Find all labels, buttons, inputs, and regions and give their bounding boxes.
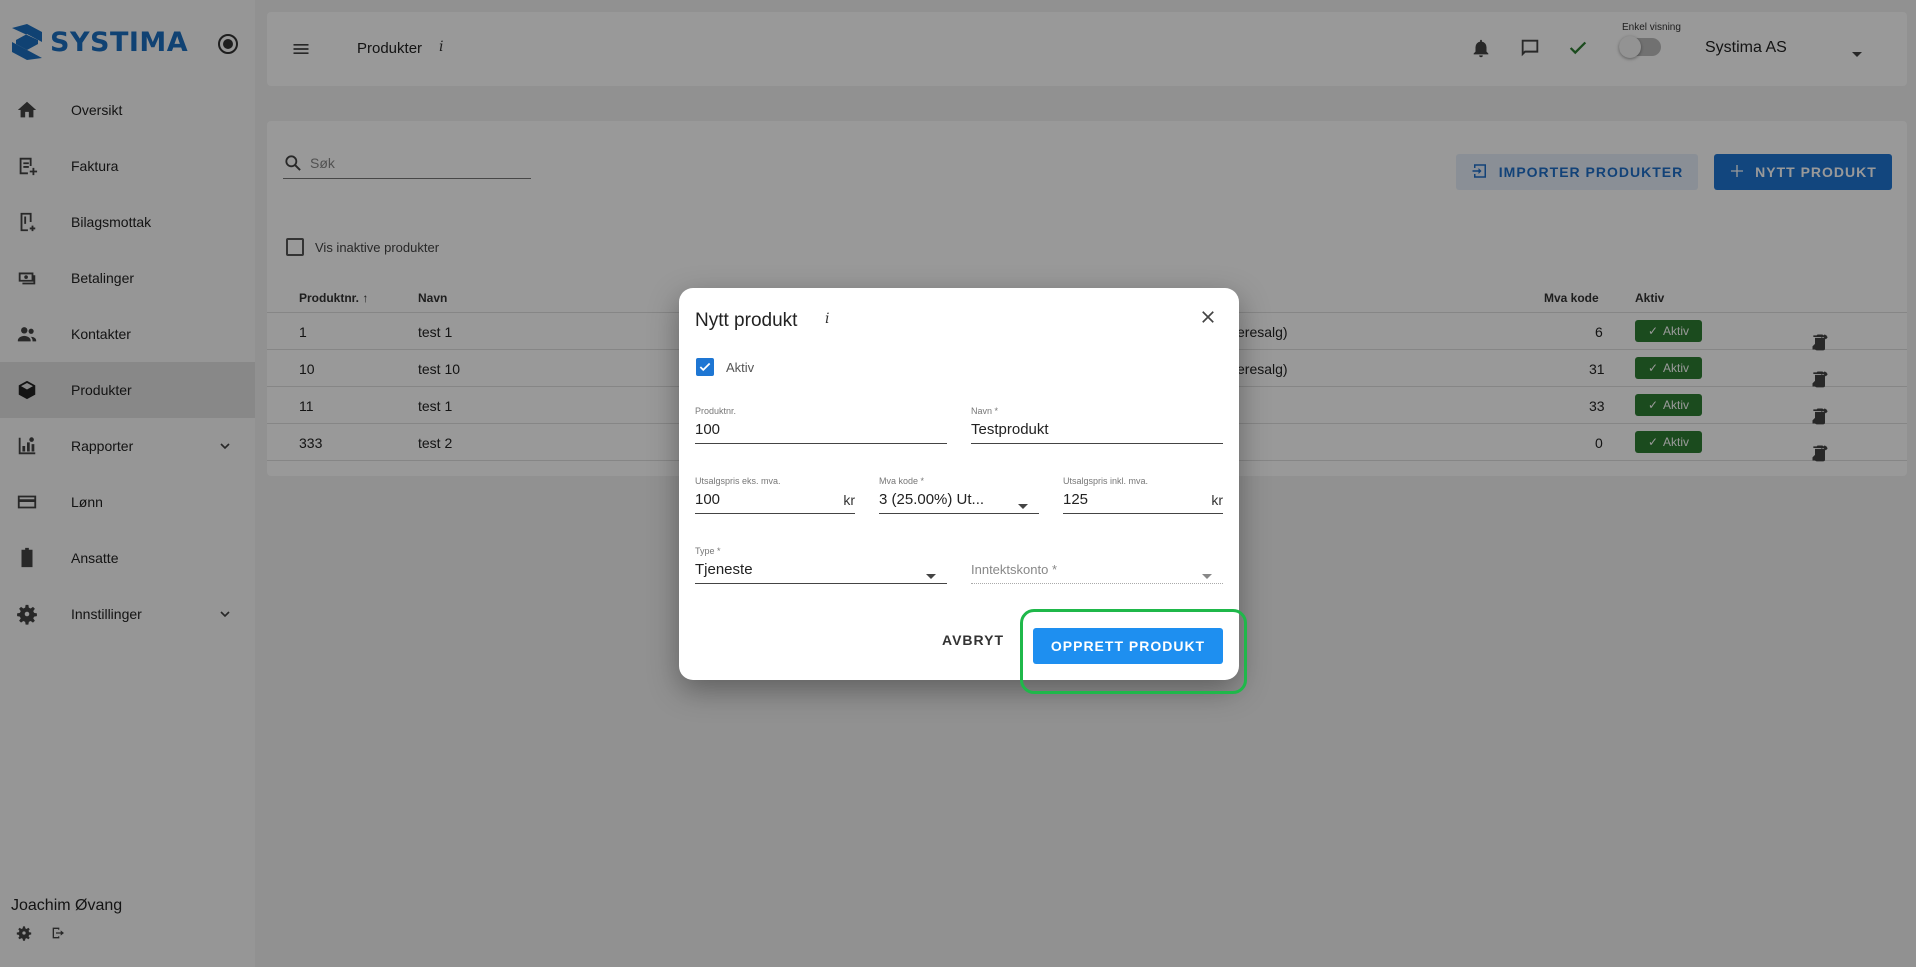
navn-value: Testprodukt (971, 421, 1049, 438)
close-icon[interactable] (1199, 308, 1217, 331)
aktiv-checkbox[interactable]: Aktiv (696, 358, 754, 376)
type-label: Type * (695, 546, 721, 556)
utsalgspris-eks-label: Utsalgspris eks. mva. (695, 476, 781, 486)
cancel-button[interactable]: AVBRYT (942, 632, 1004, 648)
utsalgspris-inkl-value: 125 (1063, 491, 1089, 508)
utsalgspris-eks-field[interactable]: Utsalgspris eks. mva. 100 kr (695, 476, 855, 514)
checkbox-checked[interactable] (696, 358, 714, 376)
currency-suffix: kr (1211, 492, 1223, 508)
highlight-outline (1020, 609, 1247, 694)
mva-kode-value: 3 (25.00%) Ut... (879, 491, 985, 508)
inntektskonto-placeholder: Inntektskonto * (971, 562, 1057, 577)
utsalgspris-inkl-field[interactable]: Utsalgspris inkl. mva. 125 kr (1063, 476, 1223, 514)
caret-down-icon (1017, 497, 1029, 515)
info-icon[interactable]: i (825, 311, 829, 327)
produktnr-label: Produktnr. (695, 406, 737, 416)
produktnr-field[interactable]: Produktnr. 100 (695, 406, 947, 444)
navn-field[interactable]: Navn * Testprodukt (971, 406, 1223, 444)
caret-down-icon (925, 567, 937, 585)
type-select[interactable]: Type * Tjeneste (695, 546, 947, 584)
currency-suffix: kr (843, 492, 855, 508)
aktiv-label: Aktiv (726, 359, 755, 375)
navn-label: Navn * (971, 406, 999, 416)
mva-kode-label: Mva kode * (879, 476, 925, 486)
inntektskonto-select[interactable]: Inntektskonto * (971, 546, 1223, 584)
utsalgspris-inkl-label: Utsalgspris inkl. mva. (1063, 476, 1149, 486)
dialog-title: Nytt produkt (695, 310, 798, 331)
type-value: Tjeneste (695, 561, 753, 578)
mva-kode-select[interactable]: Mva kode * 3 (25.00%) Ut... (879, 476, 1039, 514)
utsalgspris-eks-value: 100 (695, 491, 721, 508)
caret-down-icon (1201, 567, 1213, 585)
produktnr-value: 100 (695, 421, 721, 438)
